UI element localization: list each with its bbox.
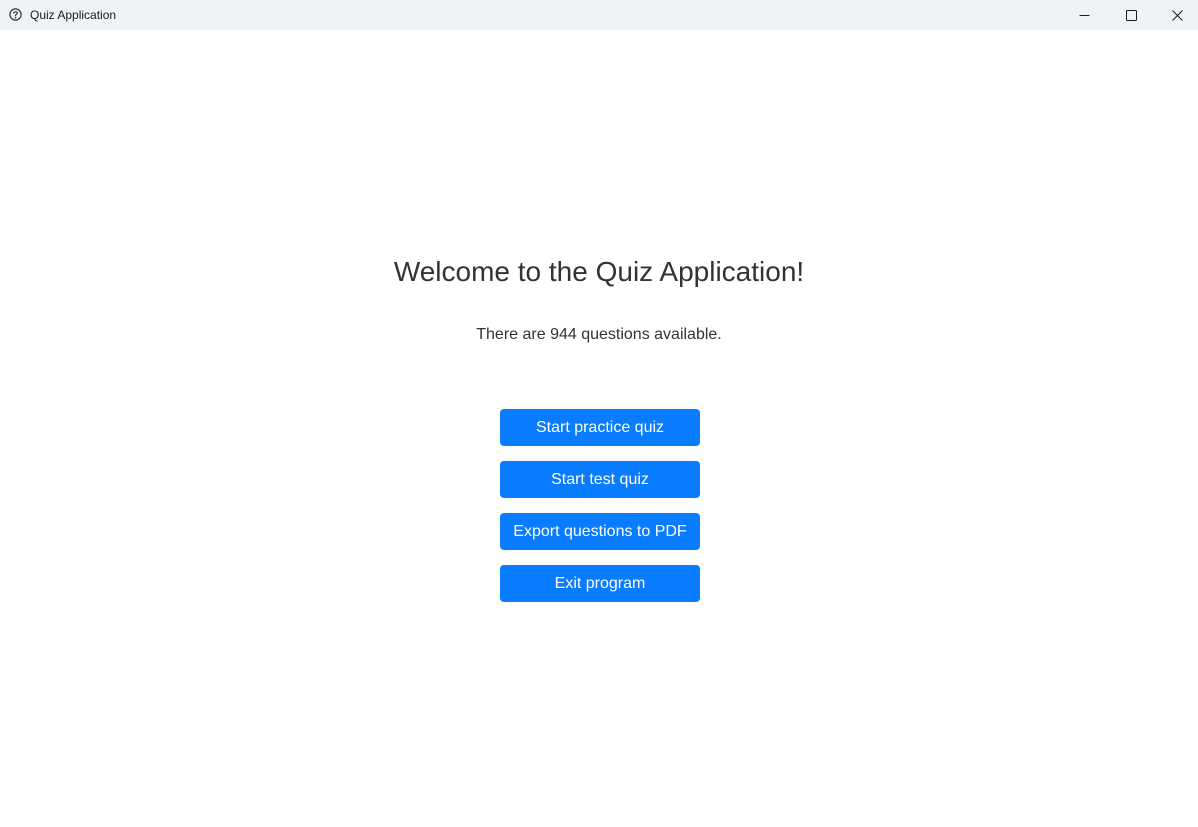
- app-window: Quiz Application Welcome to the Quiz App…: [0, 0, 1198, 827]
- minimize-button[interactable]: [1061, 0, 1107, 30]
- close-button[interactable]: [1154, 0, 1198, 30]
- question-count-text: There are 944 questions available.: [476, 326, 722, 343]
- quiz-app-icon: [9, 8, 22, 21]
- maximize-icon: [1125, 9, 1137, 21]
- main-content: Welcome to the Quiz Application! There a…: [0, 30, 1198, 827]
- close-icon: [1171, 9, 1183, 21]
- maximize-button[interactable]: [1108, 0, 1154, 30]
- minimize-icon: [1079, 10, 1090, 21]
- exit-program-button[interactable]: Exit program: [500, 565, 700, 602]
- start-practice-quiz-button[interactable]: Start practice quiz: [500, 409, 700, 446]
- start-test-quiz-button[interactable]: Start test quiz: [500, 461, 700, 498]
- title-bar[interactable]: Quiz Application: [0, 0, 1198, 30]
- welcome-heading: Welcome to the Quiz Application!: [393, 256, 805, 287]
- export-questions-pdf-button[interactable]: Export questions to PDF: [500, 513, 700, 550]
- window-title: Quiz Application: [30, 8, 117, 22]
